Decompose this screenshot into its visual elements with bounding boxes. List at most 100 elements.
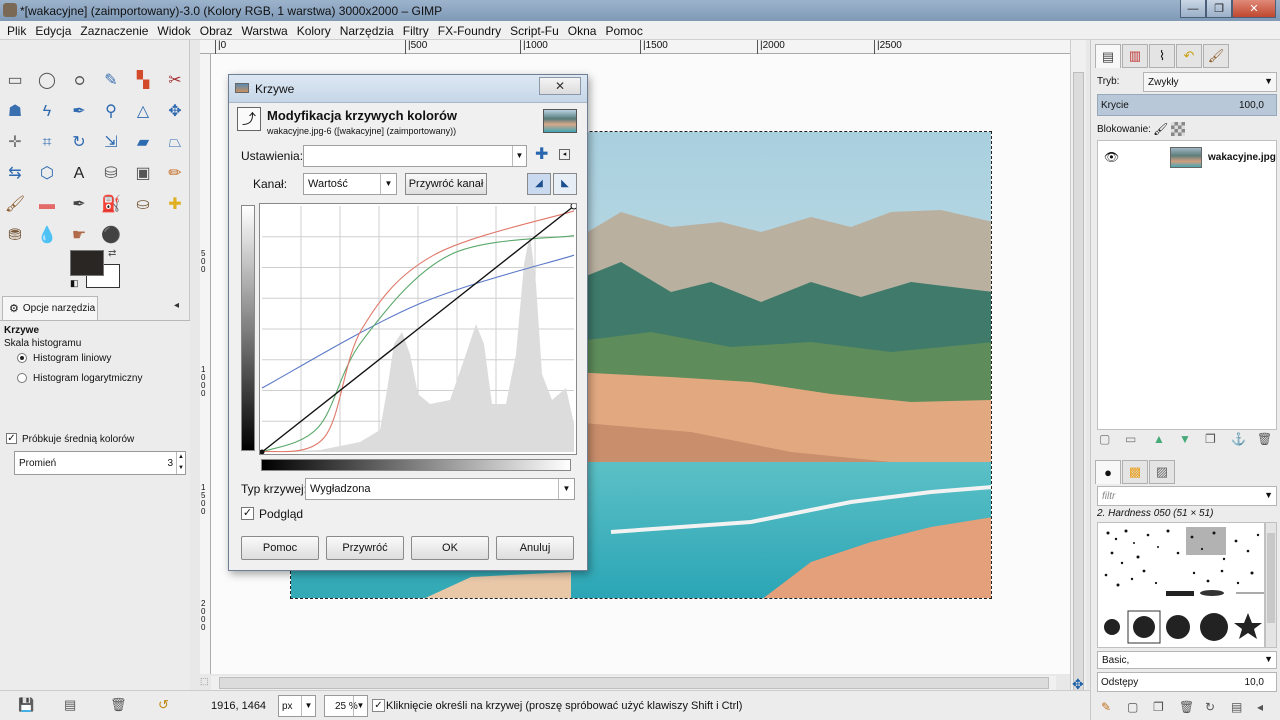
flip-icon[interactable]: ⇆ <box>4 163 26 185</box>
foreground-select-icon[interactable]: ☗ <box>4 101 26 123</box>
menu-script-fu[interactable]: Script-Fu <box>506 21 564 39</box>
menu-warstwa[interactable]: Warstwa <box>237 21 292 39</box>
color-picker-icon[interactable]: ✒ <box>68 101 90 123</box>
delete-layer-icon[interactable]: 🗑 <box>1257 432 1272 446</box>
opacity-slider[interactable]: Krycie 100,0 <box>1097 94 1277 116</box>
cancel-button[interactable]: Anuluj <box>496 536 574 560</box>
cage-transform-icon[interactable]: ⬡ <box>36 163 58 185</box>
menu-filtry[interactable]: Filtry <box>399 21 434 39</box>
menu-obraz[interactable]: Obraz <box>196 21 238 39</box>
blend-icon[interactable]: ▣ <box>132 163 154 185</box>
tab-tool-options[interactable]: ⚙ Opcje narzędzia <box>2 296 98 320</box>
minimize-button[interactable]: — <box>1180 0 1206 18</box>
pencil-icon[interactable]: ✏ <box>164 163 186 185</box>
free-select-icon[interactable]: ഠ <box>68 70 90 92</box>
measure-icon[interactable]: △ <box>132 101 154 123</box>
curve-editor[interactable] <box>259 202 578 455</box>
refresh-brushes-icon[interactable]: ↻ <box>1205 700 1215 714</box>
tab-gradients[interactable]: ▨ <box>1149 460 1175 484</box>
brush-scroll-thumb[interactable] <box>1267 533 1275 623</box>
new-layer-group-icon[interactable]: ▭ <box>1125 432 1136 446</box>
paintbrush-icon[interactable]: 🖌 <box>4 194 26 216</box>
tab-brushes-list[interactable]: ● <box>1095 460 1121 484</box>
maximize-button[interactable]: ❐ <box>1206 0 1232 18</box>
open-as-image-icon[interactable]: ▤ <box>1231 700 1242 714</box>
delete-brush-icon[interactable]: 🗑 <box>1179 700 1194 714</box>
horizontal-scroll-thumb[interactable] <box>219 677 1049 689</box>
eye-icon[interactable]: 👁 <box>1104 150 1119 164</box>
perspective-icon[interactable]: ⏢ <box>164 132 186 154</box>
close-window-button[interactable]: ✕ <box>1232 0 1276 18</box>
preview-checkbox[interactable]: ✓ <box>241 507 254 520</box>
presets-menu-icon[interactable]: ◂ <box>559 149 570 160</box>
zoom-select[interactable]: 25 % ▼ <box>324 695 368 717</box>
fuzzy-select-icon[interactable]: ✎ <box>100 70 122 92</box>
delete-options-icon[interactable]: 🗑 <box>110 697 127 713</box>
channel-select[interactable]: Wartość ▼ <box>303 173 397 195</box>
move-icon[interactable]: ✥ <box>164 101 186 123</box>
text-icon[interactable]: A <box>68 163 90 185</box>
linear-scale-button[interactable]: ◢ <box>527 173 551 195</box>
restore-options-icon[interactable]: ▤ <box>64 697 76 713</box>
new-brush-icon[interactable]: ▢ <box>1127 700 1138 714</box>
menu-icon[interactable]: ◂ <box>1257 700 1263 714</box>
eraser-icon[interactable]: ▬ <box>36 194 58 216</box>
radius-stepper[interactable]: ▲ ▼ <box>176 452 185 474</box>
scale-icon[interactable]: ⇲ <box>100 132 122 154</box>
scissors-select-icon[interactable]: ✂ <box>164 70 186 92</box>
log-scale-button[interactable]: ◣ <box>553 173 577 195</box>
reset-button[interactable]: Przywróć <box>326 536 404 560</box>
paths-icon[interactable]: ϟ <box>36 101 58 123</box>
heal-icon[interactable]: ✚ <box>164 194 186 216</box>
dodge-burn-icon[interactable]: ⚫ <box>100 225 122 247</box>
clone-icon[interactable]: ⛀ <box>132 194 154 216</box>
tab-menu-arrow-icon[interactable]: ◂ <box>174 300 179 311</box>
crop-icon[interactable]: ⌗ <box>36 132 58 154</box>
dialog-titlebar[interactable]: Krzywe ✕ <box>229 75 587 103</box>
ok-button[interactable]: OK <box>411 536 489 560</box>
brush-grid[interactable] <box>1097 522 1265 648</box>
vertical-scrollbar[interactable] <box>1070 40 1086 702</box>
reset-colors-icon[interactable]: ◧ <box>70 278 79 289</box>
linear-histogram-radio[interactable] <box>17 353 27 363</box>
shear-icon[interactable]: ▰ <box>132 132 154 154</box>
menu-widok[interactable]: Widok <box>153 21 195 39</box>
tab-patterns[interactable]: ▩ <box>1122 460 1148 484</box>
duplicate-layer-icon[interactable]: ❐ <box>1205 432 1216 446</box>
ink-icon[interactable]: ⛽ <box>100 194 122 216</box>
help-button[interactable]: Pomoc <box>241 536 319 560</box>
lock-pixels-icon[interactable]: 🖌 <box>1153 122 1168 136</box>
edit-brush-icon[interactable]: ✎ <box>1101 700 1111 714</box>
align-icon[interactable]: ✛ <box>4 132 26 154</box>
quick-mask-icon[interactable]: ⬚ <box>200 676 210 690</box>
menu-kolory[interactable]: Kolory <box>293 21 336 39</box>
add-preset-icon[interactable]: ✚ <box>535 147 548 163</box>
menu-plik[interactable]: Plik <box>3 21 31 39</box>
horizontal-scrollbar[interactable] <box>211 676 1056 690</box>
brush-spacing-slider[interactable]: Odstępy 10,0 <box>1097 672 1277 692</box>
swap-colors-icon[interactable]: ⇄ <box>108 248 116 259</box>
duplicate-brush-icon[interactable]: ❐ <box>1153 700 1164 714</box>
lower-layer-icon[interactable]: ▼ <box>1179 432 1191 446</box>
rotate-icon[interactable]: ↻ <box>68 132 90 154</box>
log-histogram-radio[interactable] <box>17 373 27 383</box>
brush-grid-scrollbar[interactable] <box>1265 522 1277 648</box>
curve-type-select[interactable]: Wygładzona ▼ <box>305 478 575 500</box>
unit-select[interactable]: px ▼ <box>278 695 316 717</box>
horizontal-gradient-bar[interactable] <box>261 459 571 471</box>
bucket-fill-icon[interactable]: ⛁ <box>100 163 122 185</box>
perspective-clone-icon[interactable]: ⛃ <box>4 225 26 247</box>
menu-okna[interactable]: Okna <box>564 21 602 39</box>
menu-edycja[interactable]: Edycja <box>31 21 76 39</box>
smudge-icon[interactable]: ☛ <box>68 225 90 247</box>
reset-options-icon[interactable]: ↺ <box>158 697 169 713</box>
presets-combo[interactable]: ▼ <box>303 145 527 167</box>
reset-channel-button[interactable]: Przywróć kanał <box>405 173 487 195</box>
save-options-icon[interactable]: 💾 <box>18 697 34 713</box>
zoom-icon[interactable]: ⚲ <box>100 101 122 123</box>
raise-layer-icon[interactable]: ▲ <box>1153 432 1165 446</box>
dialog-close-button[interactable]: ✕ <box>539 77 581 95</box>
airbrush-icon[interactable]: ✒ <box>68 194 90 216</box>
ellipse-select-icon[interactable]: ◯ <box>36 70 58 92</box>
color-select-icon[interactable]: ▚ <box>132 70 154 92</box>
